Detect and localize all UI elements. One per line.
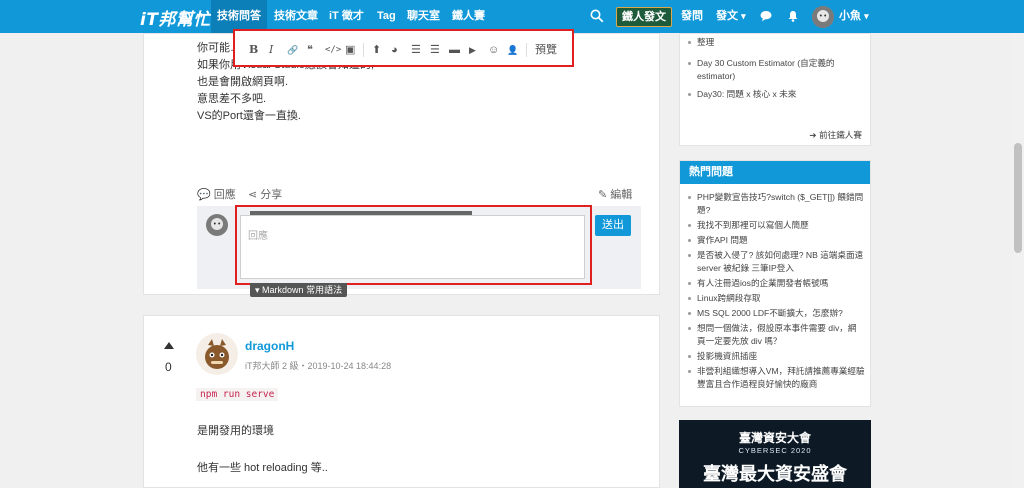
link-icon[interactable]: 🔗	[287, 43, 298, 57]
post-menu[interactable]: 發文 ▾	[710, 0, 752, 33]
user-avatar[interactable]	[812, 6, 834, 28]
editor-toolbar: B I 🔗 ❝ </> ▣ ⬆ ◕ ☰ ☰ ▬ ▶ ☺ 👤 預覽	[233, 29, 574, 67]
ordered-list-icon[interactable]: ☰	[411, 43, 421, 57]
answer-line: 是開發用的環境	[197, 425, 274, 437]
hot-questions-card: 熱門問題 PHP變數宣告技巧?switch ($_GET[]) 餵錯問題? 我找…	[679, 160, 871, 407]
markdown-help-label: Markdown 常用語法	[262, 285, 343, 295]
arrow-circle-icon: ➔	[809, 130, 817, 140]
horizontal-rule-icon[interactable]: ▬	[449, 43, 460, 57]
share-label: 分享	[260, 189, 283, 201]
reply-highlight-frame	[235, 205, 592, 285]
video-icon[interactable]: ▶	[469, 43, 476, 57]
post-line: 意思差不多吧.	[197, 93, 267, 105]
markdown-help-tab[interactable]: ▾ Markdown 常用語法	[250, 283, 348, 297]
post-actions: 💬 回應	[197, 186, 236, 202]
code-icon[interactable]: </>	[325, 43, 341, 57]
ironman-more-link[interactable]: ➔ 前往鐵人賽	[809, 129, 862, 141]
answer-author-avatar[interactable]	[196, 333, 238, 375]
commenter-avatar	[206, 214, 228, 236]
emoji-icon[interactable]: ☺	[488, 43, 499, 57]
reply-action[interactable]: 💬 回應	[197, 189, 236, 201]
ironman-post-button[interactable]: 鐵人發文	[616, 7, 672, 27]
unordered-list-icon[interactable]: ☰	[430, 43, 440, 57]
page-scrollbar[interactable]	[1012, 33, 1024, 488]
vote-count: 0	[165, 360, 172, 374]
edit-action-wrap: ✎ 編輯	[598, 186, 632, 202]
edit-action[interactable]: ✎ 編輯	[598, 189, 632, 201]
edit-icon: ✎	[598, 189, 608, 201]
image-icon[interactable]: ▣	[345, 43, 355, 57]
ironman-article-item[interactable]: Day30: 問題 x 核心 x 未來	[687, 88, 865, 101]
cybersec-banner[interactable]: 臺灣資安大會 CYBERSEC 2020 臺灣最大資安盛會	[679, 420, 871, 488]
chevron-down-icon: ▾	[864, 11, 869, 21]
hot-question-item[interactable]: 投影機資訊插座	[687, 350, 865, 363]
share-action-wrap: ⋖ 分享	[248, 186, 282, 202]
upvote-icon[interactable]	[164, 341, 174, 349]
quote-icon[interactable]: ❝	[307, 43, 313, 57]
comment-icon: 💬	[197, 189, 211, 201]
chat-icon[interactable]	[760, 10, 772, 22]
search-icon[interactable]	[590, 9, 604, 23]
site-logo[interactable]: iT邦幫忙	[140, 5, 211, 30]
hot-question-item[interactable]: 想問一個做法，假設原本事件需要 div，網頁一定要先放 div 嗎？	[687, 322, 865, 348]
caret-down-icon: ▾	[255, 285, 260, 295]
inline-code: npm run serve	[196, 388, 279, 401]
ironman-article-list: 整理 Day 30 Custom Estimator (自定義的 estimat…	[687, 37, 865, 101]
hot-question-item[interactable]: PHP變數宣告技巧?switch ($_GET[]) 餵錯問題?	[687, 191, 865, 217]
hot-question-item[interactable]: 是否被入侵了? 該如何處理? NB 這端桌面遠server 被紀錄 三筆IP登入	[687, 249, 865, 275]
toolbar-divider	[526, 43, 527, 57]
ask-question-link[interactable]: 發問	[675, 0, 709, 33]
hot-question-item[interactable]: 有人注冊過ios的企業開發者帳號嗎	[687, 277, 865, 290]
reply-label: 回應	[213, 189, 236, 201]
user-menu[interactable]: 小魚 ▾	[833, 0, 875, 33]
upload-icon[interactable]: ⬆	[372, 43, 381, 57]
post-line: VS的Port還會一直換.	[197, 110, 301, 122]
edit-label: 編輯	[610, 189, 633, 201]
ironman-more-label: 前往鐵人賽	[819, 130, 862, 140]
hot-question-item[interactable]: 實作API 問題	[687, 234, 865, 247]
ironman-list-card: 整理 Day 30 Custom Estimator (自定義的 estimat…	[679, 33, 871, 146]
toolbar-divider	[363, 43, 364, 57]
share-icon: ⋖	[248, 189, 258, 201]
hot-question-item[interactable]: MS SQL 2000 LDF不斷擴大，怎麼辦?	[687, 307, 865, 320]
hot-questions-list: PHP變數宣告技巧?switch ($_GET[]) 餵錯問題? 我找不到那裡可…	[687, 191, 865, 393]
username-label: 小魚	[839, 10, 861, 22]
hot-question-item[interactable]: 非營利組織想導入VM，拜託請推薦專業經驗豐富且合作過程良好愉快的廠商	[687, 365, 865, 391]
mention-user-icon[interactable]: 👤	[507, 43, 518, 57]
hot-questions-title: 熱門問題	[680, 161, 870, 184]
answer-line: 他有一些 hot reloading 等..	[197, 462, 328, 474]
hot-question-item[interactable]: 我找不到那裡可以寫個人簡歷	[687, 219, 865, 232]
chart-icon[interactable]: ◕	[391, 43, 398, 57]
banner-headline: 臺灣最大資安盛會	[703, 464, 847, 484]
send-button[interactable]: 送出	[595, 215, 631, 236]
ironman-article-item[interactable]: Day 30 Custom Estimator (自定義的 estimator)	[687, 57, 865, 83]
banner-subtitle: CYBERSEC 2020	[738, 446, 812, 455]
bold-icon[interactable]: B	[249, 43, 258, 57]
hot-question-item[interactable]: Linux跨網段存取	[687, 292, 865, 305]
answer-meta: iT邦大師 2 級・2019-10-24 18:44:28	[245, 361, 392, 371]
answer-author-name[interactable]: dragonH	[245, 339, 294, 353]
bell-icon[interactable]	[787, 10, 799, 22]
post-line: 也是會開啟網頁啊.	[197, 76, 289, 88]
ironman-article-item[interactable]: 整理	[687, 36, 865, 49]
post-menu-label: 發文	[716, 10, 738, 22]
share-action[interactable]: ⋖ 分享	[248, 189, 282, 201]
scrollbar-thumb[interactable]	[1014, 143, 1022, 253]
preview-button[interactable]: 預覽	[535, 43, 557, 57]
chevron-down-icon: ▾	[741, 11, 746, 21]
italic-icon[interactable]: I	[269, 43, 273, 57]
banner-title: 臺灣資安大會	[738, 431, 811, 445]
